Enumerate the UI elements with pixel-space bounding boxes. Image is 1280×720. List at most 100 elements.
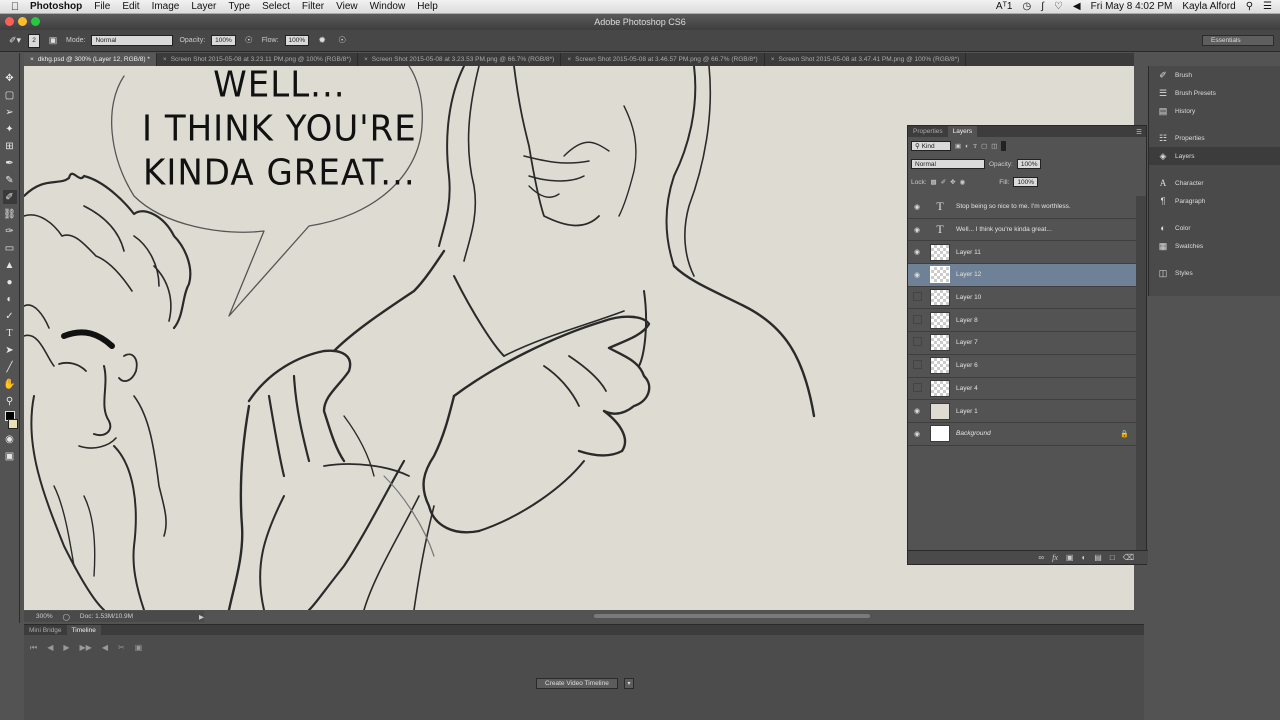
- layers-scrollbar[interactable]: [1136, 196, 1146, 551]
- menu-select[interactable]: Select: [262, 1, 290, 12]
- layer-row[interactable]: ◉ T Stop being so nice to me. I'm worthl…: [908, 196, 1137, 219]
- tab-timeline[interactable]: Timeline: [66, 625, 101, 635]
- wifi-icon[interactable]: ♡: [1054, 1, 1063, 12]
- dock-styles[interactable]: ◫ Styles: [1149, 264, 1280, 282]
- dock-swatches[interactable]: ▦ Swatches: [1149, 237, 1280, 255]
- visibility-toggle[interactable]: [908, 360, 926, 371]
- tab-document-2[interactable]: × Screen Shot 2015-05-08 at 3.23.11 PM.pn…: [157, 53, 358, 66]
- lock-position-icon[interactable]: ✥: [950, 178, 955, 186]
- close-tab-icon[interactable]: ×: [567, 56, 571, 63]
- filter-shape-icon[interactable]: ▢: [981, 142, 987, 150]
- airbrush-icon[interactable]: ✹: [315, 34, 329, 48]
- eyedropper-tool-icon[interactable]: ✒: [3, 156, 17, 170]
- status-menu-icon[interactable]: ▶: [199, 613, 204, 621]
- layer-row[interactable]: ◉ Background 🔒: [908, 423, 1137, 446]
- crop-tool-icon[interactable]: ⊞: [3, 139, 17, 153]
- play-icon[interactable]: ▶: [63, 643, 69, 653]
- volume-icon[interactable]: ◀: [1073, 1, 1081, 12]
- filter-adjustment-icon[interactable]: ◐: [965, 143, 969, 150]
- close-tab-icon[interactable]: ×: [30, 56, 34, 63]
- layer-style-icon[interactable]: fx: [1052, 553, 1058, 562]
- time-machine-icon[interactable]: ◷: [1022, 1, 1031, 12]
- healing-brush-tool-icon[interactable]: ✎: [3, 173, 17, 187]
- brush-size-picker[interactable]: 2: [28, 33, 40, 48]
- close-tab-icon[interactable]: ×: [771, 56, 775, 63]
- hand-tool-icon[interactable]: ✋: [3, 377, 17, 391]
- visibility-eye-icon[interactable]: ◉: [908, 407, 926, 415]
- previous-frame-icon[interactable]: ◀: [47, 643, 53, 653]
- status-info-icon[interactable]: ◯: [63, 613, 70, 621]
- layer-row[interactable]: ◉ Layer 1: [908, 400, 1137, 423]
- history-brush-tool-icon[interactable]: ✑: [3, 224, 17, 238]
- visibility-eye-icon[interactable]: ◉: [908, 430, 926, 438]
- lock-transparent-icon[interactable]: ▩: [931, 178, 937, 186]
- tab-document-5[interactable]: × Screen Shot 2015-05-08 at 3.47.41 PM.pn…: [765, 53, 967, 66]
- chevron-down-icon[interactable]: ▾: [624, 678, 634, 689]
- dock-properties[interactable]: ☷ Properties: [1149, 129, 1280, 147]
- filter-type-icon[interactable]: T: [973, 143, 977, 150]
- dodge-tool-icon[interactable]: ◐: [3, 292, 17, 306]
- dock-character[interactable]: A Character: [1149, 174, 1280, 192]
- workspace-select[interactable]: Essentials: [1202, 35, 1274, 46]
- mode-select[interactable]: Normal: [91, 35, 174, 46]
- path-select-tool-icon[interactable]: ➤: [3, 343, 17, 357]
- new-group-icon[interactable]: ▤: [1094, 553, 1102, 562]
- zoom-window-button[interactable]: [31, 17, 40, 26]
- menu-file[interactable]: File: [94, 1, 110, 12]
- menu-layer[interactable]: Layer: [191, 1, 216, 12]
- close-tab-icon[interactable]: ×: [163, 56, 167, 63]
- blend-mode-select[interactable]: Normal: [911, 159, 985, 169]
- marquee-tool-icon[interactable]: ▢: [3, 88, 17, 102]
- audio-icon[interactable]: ◀: [102, 643, 108, 653]
- brush-tool-icon[interactable]: ✐: [2, 190, 17, 204]
- transition-icon[interactable]: ▣: [135, 643, 143, 653]
- pen-tool-icon[interactable]: ✓: [3, 309, 17, 323]
- tab-layers[interactable]: Layers: [947, 126, 978, 137]
- menu-window[interactable]: Window: [370, 1, 406, 12]
- dock-layers[interactable]: ◈ Layers: [1149, 147, 1280, 165]
- lock-pixels-icon[interactable]: ✐: [941, 178, 946, 186]
- adjustment-layer-icon[interactable]: ◐: [1081, 553, 1086, 562]
- visibility-eye-icon[interactable]: ◉: [908, 248, 926, 256]
- dock-color[interactable]: ◐ Color: [1149, 219, 1280, 237]
- close-window-button[interactable]: [5, 17, 14, 26]
- first-frame-icon[interactable]: ⏮: [30, 643, 37, 653]
- brush-tool-preset-icon[interactable]: ✐▾: [8, 34, 22, 48]
- menu-help[interactable]: Help: [417, 1, 438, 12]
- ai-status[interactable]: Aᵀ1: [996, 1, 1013, 12]
- tab-document-3[interactable]: × Screen Shot 2015-05-08 at 3.23.53 PM.pn…: [358, 53, 562, 66]
- clock[interactable]: Fri May 8 4:02 PM: [1091, 1, 1173, 12]
- layer-row[interactable]: Layer 4: [908, 378, 1137, 401]
- layer-row[interactable]: ◉ T Well... I think you're kinda great..…: [908, 219, 1137, 242]
- next-frame-icon[interactable]: ▶▶: [80, 643, 92, 653]
- dock-history[interactable]: ▤ History: [1149, 102, 1280, 120]
- opacity-input[interactable]: 100%: [211, 35, 236, 46]
- menu-view[interactable]: View: [336, 1, 358, 12]
- spotlight-icon[interactable]: ⚲: [1246, 1, 1253, 12]
- app-menu[interactable]: Photoshop: [30, 1, 82, 12]
- panel-menu-icon[interactable]: ☰: [1136, 128, 1146, 136]
- minimize-window-button[interactable]: [18, 17, 27, 26]
- notification-icon[interactable]: ☰: [1263, 1, 1272, 12]
- layer-fill-input[interactable]: 100%: [1013, 177, 1039, 187]
- filter-kind-select[interactable]: ⚲ Kind: [911, 141, 951, 151]
- pressure-size-icon[interactable]: ☉: [335, 34, 349, 48]
- clone-stamp-tool-icon[interactable]: ⛓: [3, 207, 17, 221]
- horizontal-scrollbar[interactable]: [594, 614, 870, 618]
- dock-brush[interactable]: ✐ Brush: [1149, 66, 1280, 84]
- visibility-eye-icon[interactable]: ◉: [908, 203, 926, 211]
- layer-row[interactable]: Layer 7: [908, 332, 1137, 355]
- quick-mask-icon[interactable]: ◉: [3, 432, 17, 446]
- visibility-toggle[interactable]: [908, 315, 926, 326]
- tab-document-1[interactable]: × dkhg.psd @ 300% (Layer 12, RGB/8) *: [24, 53, 157, 66]
- user-name[interactable]: Kayla Alford: [1182, 1, 1235, 12]
- type-tool-icon[interactable]: T: [3, 326, 17, 340]
- menu-type[interactable]: Type: [228, 1, 250, 12]
- filter-smart-icon[interactable]: ◫: [991, 142, 997, 150]
- filter-toggle-icon[interactable]: [1001, 141, 1007, 151]
- tab-properties[interactable]: Properties: [908, 128, 948, 135]
- visibility-eye-icon[interactable]: ◉: [908, 271, 926, 279]
- visibility-toggle[interactable]: [908, 292, 926, 303]
- create-video-timeline-button[interactable]: Create Video Timeline: [536, 678, 618, 689]
- pressure-opacity-icon[interactable]: ☉: [242, 34, 256, 48]
